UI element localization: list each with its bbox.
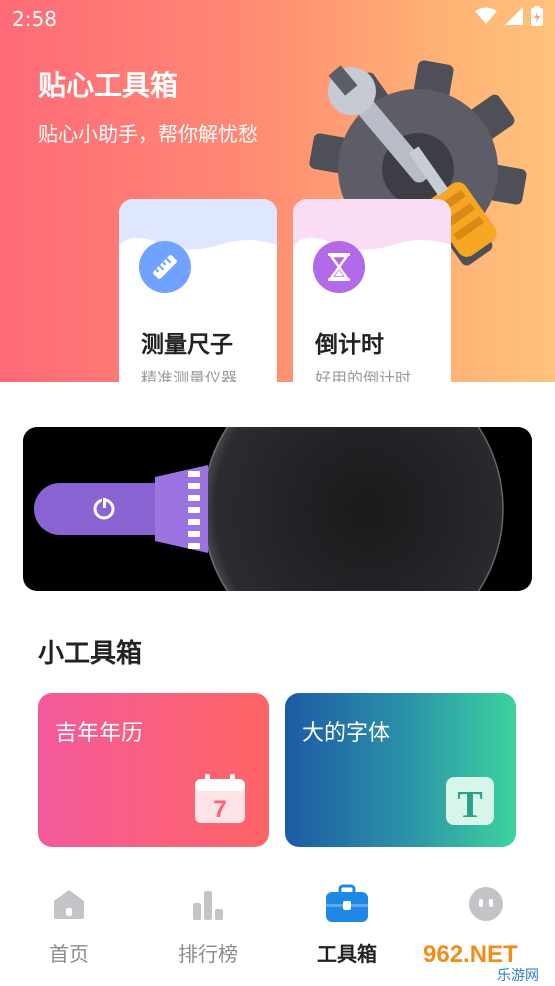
font-icon: T (446, 777, 494, 825)
site-watermark-logo: 962.NET 乐游网 (415, 936, 555, 984)
tool-label: 大的字体 (302, 721, 391, 746)
tab-ranking[interactable]: 排行榜 (153, 884, 263, 967)
wifi-icon (475, 7, 497, 24)
tool-label: 吉年年历 (55, 721, 144, 746)
watermark-text: 962.NET (423, 941, 518, 968)
tool-tile-calendar[interactable]: 吉年年历 7 (38, 693, 269, 847)
card-wave-decoration (293, 199, 451, 250)
card-title: 测量尺子 (141, 332, 233, 358)
watermark-sub: 乐游网 (497, 968, 539, 984)
card-wave-decoration (119, 199, 277, 250)
status-time: 2:58 (12, 7, 57, 31)
page-title: 贴心工具箱 (38, 69, 179, 102)
card-subtitle: 精准测量仪器 (141, 369, 238, 382)
home-icon (54, 890, 84, 919)
calendar-icon-text: 7 (213, 796, 226, 823)
section-title: 小工具箱 (38, 639, 143, 669)
tab-toolbox[interactable]: 工具箱 (292, 884, 402, 967)
calendar-icon: 7 (195, 774, 245, 823)
feature-card-ruler[interactable]: 测量尺子 精准测量仪器 (119, 199, 277, 382)
tab-label: 工具箱 (317, 942, 377, 966)
page-subtitle: 贴心小助手，帮你解忧愁 (38, 122, 258, 146)
toolbox-icon (326, 884, 368, 922)
tab-label: 首页 (49, 942, 89, 966)
hero-header: 2:58 贴心工具箱 贴心小助手，帮你解忧愁 测量尺子 精准测量仪器 倒计时 好… (0, 0, 555, 382)
hourglass-icon (328, 253, 350, 281)
feature-card-countdown[interactable]: 倒计时 好用的倒计时 (293, 199, 451, 382)
status-bar: 2:58 (0, 0, 555, 38)
card-title: 倒计时 (315, 332, 384, 358)
tab-label: 排行榜 (178, 942, 238, 966)
card-badge (139, 241, 191, 293)
card-subtitle: 好用的倒计时 (315, 369, 412, 382)
bar-chart-icon (193, 891, 223, 920)
signal-icon (505, 7, 523, 25)
battery-icon (531, 6, 543, 26)
font-icon-text: T (457, 784, 482, 825)
tool-tile-big-font[interactable]: 大的字体 T (285, 693, 516, 847)
tab-home[interactable]: 首页 (14, 884, 124, 967)
ruler-icon (153, 255, 177, 279)
flashlight-banner[interactable] (23, 427, 532, 591)
flashlight-icon (34, 427, 504, 591)
card-badge (313, 241, 365, 293)
face-icon (469, 887, 503, 921)
